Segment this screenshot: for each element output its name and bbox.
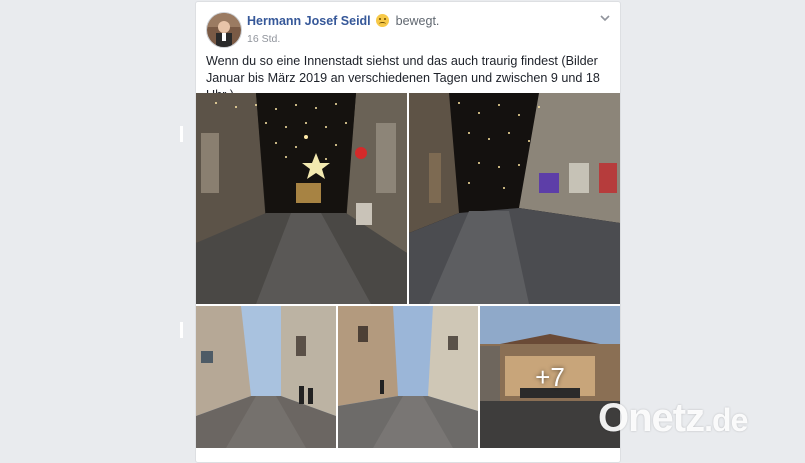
scroll-marker-bottom bbox=[180, 322, 183, 338]
sad-face-icon bbox=[376, 14, 390, 27]
scroll-marker-top bbox=[180, 126, 183, 142]
feeling-text: bewegt. bbox=[395, 14, 440, 28]
photo-3[interactable] bbox=[196, 306, 336, 448]
onetz-watermark-logo: Onetz.de bbox=[598, 396, 748, 441]
watermark-brand: Onetz bbox=[598, 396, 705, 440]
post-timestamp[interactable]: 16 Std. bbox=[247, 33, 280, 45]
avatar-image bbox=[207, 13, 241, 47]
photo-2[interactable] bbox=[409, 93, 620, 304]
chevron-down-icon[interactable] bbox=[600, 10, 610, 22]
facebook-post: Hermann Josef Seidl bewegt. 16 Std. Wenn… bbox=[195, 1, 621, 463]
photo-4[interactable] bbox=[338, 306, 478, 448]
post-header: Hermann Josef Seidl bewegt. bbox=[247, 14, 439, 28]
photo-1[interactable] bbox=[196, 93, 407, 304]
avatar[interactable] bbox=[206, 12, 242, 48]
author-name[interactable]: Hermann Josef Seidl bbox=[247, 14, 371, 28]
watermark-suffix: .de bbox=[704, 402, 748, 438]
